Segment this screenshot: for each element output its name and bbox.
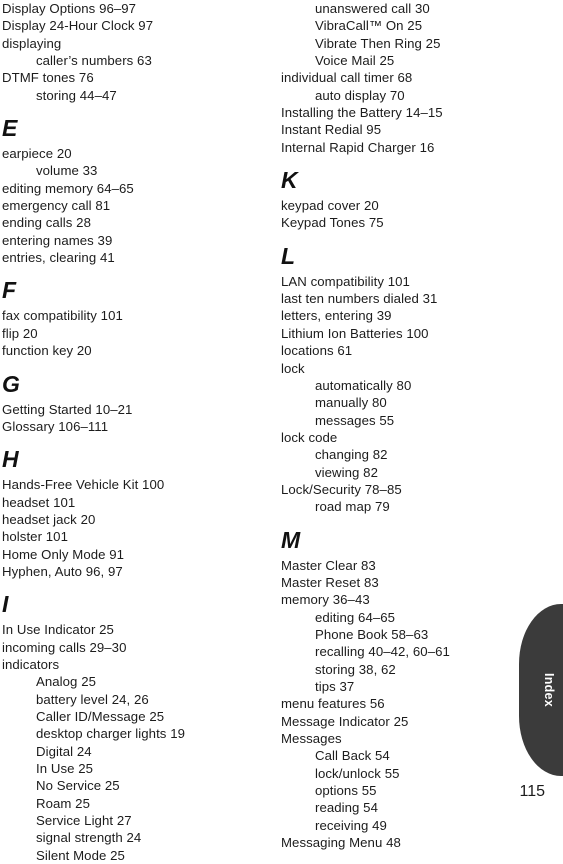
index-subentry: tips 37 [315,679,355,694]
index-subentry: messages 55 [315,412,395,428]
index-entry: headset jack 20 [2,511,96,527]
index-subentry: viewing 82 [315,464,378,480]
index-subentry: Call Back 54 [315,748,390,764]
index-entry: DTMF tones 76 [2,70,94,86]
index-entry: individual call timer 68 [281,70,413,86]
index-entry: headset 101 [2,494,76,510]
index-subentry: Digital 24 [36,743,92,759]
index-subentry: unanswered call 30 [315,1,430,16]
index-entry: menu features 56 [281,696,385,712]
index-subentry: desktop charger lights 19 [36,726,185,742]
index-page: Display Options 96–97 Display 24-Hour Clo… [0,0,563,863]
index-entry: emergency call 81 [2,198,111,214]
index-column-left: Display Options 96–97 Display 24-Hour Clo… [2,0,264,864]
index-entry: Instant Redial 95 [281,122,382,138]
index-entry: function key 20 [2,343,92,359]
index-subentry: Vibrate Then Ring 25 [315,35,441,51]
index-subentry: In Use 25 [36,761,94,776]
index-subentry: automatically 80 [315,377,412,393]
index-entry: Hands-Free Vehicle Kit 100 [2,477,165,493]
index-entry: Display Options 96–97 [2,1,137,16]
index-entry: flip 20 [2,325,38,341]
index-entry: In Use Indicator 25 [2,622,114,638]
index-subentry: battery level 24, 26 [36,691,149,707]
index-entry: Message Indicator 25 [281,713,409,729]
index-entry: indicators [2,656,60,672]
letter-heading-e: E [2,115,18,142]
index-subentry: manually 80 [315,395,387,411]
index-subentry: signal strength 24 [36,830,142,846]
letter-heading-k: K [281,167,298,194]
index-subentry: changing 82 [315,447,388,463]
index-subentry: recalling 40–42, 60–61 [315,644,450,660]
index-entry: Internal Rapid Charger 16 [281,139,435,155]
index-subentry: storing 38, 62 [315,661,396,677]
index-entry: memory 36–43 [281,592,370,608]
index-subentry: storing 44–47 [36,87,117,103]
index-entry: entering names 39 [2,232,113,248]
section-tab-index[interactable]: Index [519,604,563,776]
index-entry: earpiece 20 [2,146,72,162]
index-entry: Lock/Security 78–85 [281,481,402,497]
index-subentry: editing 64–65 [315,609,396,625]
index-entry: Messages [281,731,342,747]
index-subentry: Phone Book 58–63 [315,626,429,642]
index-subentry: auto display 70 [315,87,405,103]
index-entry: Messaging Menu 48 [281,835,401,851]
index-entry: Getting Started 10–21 [2,401,133,417]
index-entry: displaying [2,35,62,51]
index-subentry: lock/unlock 55 [315,765,400,781]
index-subentry: reading 54 [315,800,378,816]
index-subentry: Caller ID/Message 25 [36,708,165,724]
index-entry: fax compatibility 101 [2,308,123,324]
index-entry: Master Reset 83 [281,574,379,590]
index-entry: keypad cover 20 [281,198,379,214]
index-entry: editing memory 64–65 [2,180,134,196]
index-entry: incoming calls 29–30 [2,639,127,655]
index-entry: Lithium Ion Batteries 100 [281,325,429,341]
index-entry: letters, entering 39 [281,308,392,324]
index-entry: lock code [281,429,338,445]
letter-heading-l: L [281,242,296,269]
index-subentry: Silent Mode 25 [36,847,125,863]
index-entry: lock [281,360,305,376]
page-number: 115 [519,783,545,800]
index-entry: last ten numbers dialed 31 [281,291,438,307]
index-entry: LAN compatibility 101 [281,273,410,289]
index-entry: Hyphen, Auto 96, 97 [2,563,123,579]
index-entry: Keypad Tones 75 [281,215,384,231]
index-subentry: VibraCall™ On 25 [315,18,423,34]
index-entry: holster 101 [2,529,68,545]
letter-heading-i: I [2,591,9,618]
index-subentry: receiving 49 [315,817,387,833]
letter-heading-m: M [281,526,301,553]
letter-heading-h: H [2,446,19,473]
index-subentry: Voice Mail 25 [315,53,395,69]
index-subentry: volume 33 [36,163,98,179]
letter-heading-g: G [2,370,21,397]
index-entry: Master Clear 83 [281,557,376,573]
index-entry: Display 24-Hour Clock 97 [2,18,154,34]
index-subentry: Analog 25 [36,674,96,690]
index-column-right: unanswered call 30 VibraCall™ On 25 Vibrat… [281,0,543,851]
index-subentry: caller’s numbers 63 [36,53,152,69]
index-subentry: road map 79 [315,499,390,515]
index-entry: entries, clearing 41 [2,250,115,266]
letter-heading-f: F [2,277,17,304]
index-entry: Installing the Battery 14–15 [281,105,443,121]
index-subentry: Service Light 27 [36,813,132,829]
index-entry: Glossary 106–111 [2,418,109,434]
index-entry: ending calls 28 [2,215,91,231]
section-tab-label: Index [542,673,556,707]
index-entry: locations 61 [281,343,353,359]
index-entry: Home Only Mode 91 [2,546,125,562]
